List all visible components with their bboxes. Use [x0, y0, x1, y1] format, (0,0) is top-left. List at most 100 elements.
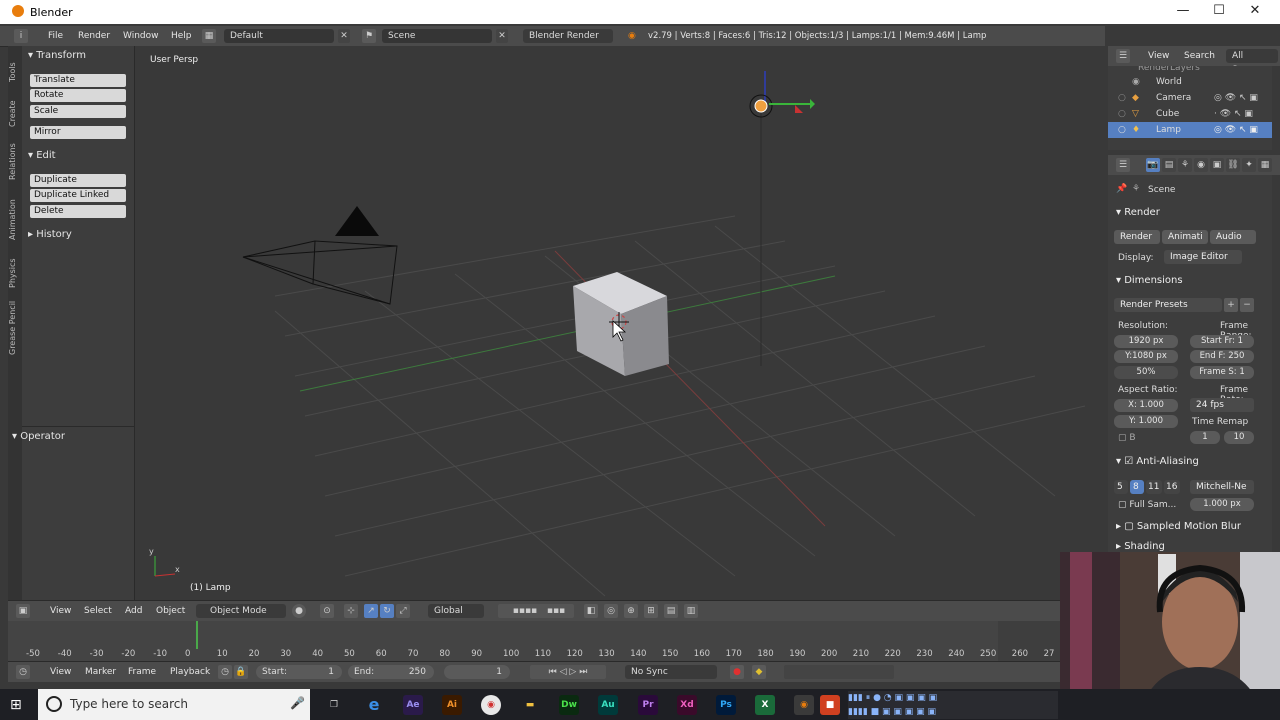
edit-panel-header[interactable]: ▾ Edit [28, 150, 56, 161]
render-context-icon[interactable]: 📷 [1146, 158, 1160, 172]
outliner-search-menu[interactable]: Search [1184, 51, 1215, 61]
manipulator-icon[interactable]: ⊹ [344, 604, 358, 618]
recorder-icon[interactable]: ■ [820, 695, 840, 715]
timeline[interactable]: -50 -40 -30 -20 -10 0 10 20 30 40 50 60 70 80 90 100 110… [8, 621, 1060, 661]
scale-manipulator-icon[interactable]: ⤢ [396, 604, 410, 618]
anti-aliasing-panel-header[interactable]: ▾ ☑ Anti-Aliasing [1116, 456, 1199, 467]
opengl-render-icon[interactable]: ▤ [664, 604, 678, 618]
menu-view[interactable]: View [50, 667, 71, 677]
scene-context-icon[interactable]: ⚘ [1178, 158, 1192, 172]
menu-add[interactable]: Add [125, 606, 142, 616]
render-animation-button[interactable]: Animati [1162, 230, 1208, 244]
microphone-icon[interactable]: 🎤 [290, 696, 305, 710]
world-context-icon[interactable]: ◉ [1194, 158, 1208, 172]
resolution-x-field[interactable]: 1920 px [1114, 335, 1178, 348]
opengl-anim-icon[interactable]: ▥ [684, 604, 698, 618]
render-audio-button[interactable]: Audio [1210, 230, 1256, 244]
editor-type-icon[interactable]: ▣ [16, 604, 30, 618]
edge-icon[interactable]: e [364, 695, 384, 715]
editor-type-icon[interactable]: ☰ [1116, 158, 1130, 172]
render-layer-icon[interactable]: ◧ [584, 604, 598, 618]
xd-icon[interactable]: Xd [677, 695, 697, 715]
filter-size-field[interactable]: 1.000 px [1190, 498, 1254, 511]
layers-grid2-icon[interactable]: ▪▪▪ [538, 604, 574, 618]
snap-icon[interactable]: ⊕ [624, 604, 638, 618]
fps-select[interactable]: 24 fps [1190, 398, 1254, 412]
record-icon[interactable]: ● [730, 665, 744, 679]
keying-icon[interactable]: ◆ [752, 665, 766, 679]
resolution-y-field[interactable]: Y:1080 px [1114, 350, 1178, 363]
start-frame-field[interactable]: Start Fr: 1 [1190, 335, 1254, 348]
layout-close-icon[interactable]: ✕ [338, 29, 350, 43]
excel-icon[interactable]: X [755, 695, 775, 715]
border-checkbox[interactable]: ▢ B [1118, 433, 1136, 443]
end-frame-field[interactable]: End: 250 [348, 665, 434, 679]
orientation-select[interactable]: Global [428, 604, 484, 618]
scene-icon[interactable]: ⚑ [362, 29, 376, 43]
translate-button[interactable]: Translate [30, 74, 126, 87]
rotate-manipulator-icon[interactable]: ↻ [380, 604, 394, 618]
lock-icon[interactable]: 🔒 [234, 665, 248, 679]
expand-icon[interactable]: ○ [1118, 122, 1126, 138]
aa-samples-16[interactable]: 16 [1164, 480, 1180, 494]
frame-step-field[interactable]: Frame S: 1 [1190, 366, 1254, 379]
dimensions-panel-header[interactable]: ▾ Dimensions [1116, 275, 1183, 286]
aa-filter-select[interactable]: Mitchell-Ne [1190, 480, 1254, 494]
editor-type-icon[interactable]: ☰ [1116, 49, 1130, 63]
pivot-icon[interactable]: ⊙ [320, 604, 334, 618]
constraints-icon[interactable]: ⛓ [1226, 158, 1240, 172]
minimize-button[interactable]: — [1168, 3, 1198, 18]
operator-panel-header[interactable]: ▾ Operator [12, 431, 65, 442]
dreamweaver-icon[interactable]: Dw [559, 695, 579, 715]
taskbar-search-box[interactable]: Type here to search 🎤 [38, 689, 310, 720]
outliner-row-world[interactable]: ◉ World [1108, 74, 1272, 90]
tab-grease-pencil[interactable]: Grease Pencil [8, 298, 22, 358]
outliner-display-select[interactable]: All Scenes [1226, 49, 1278, 75]
outliner[interactable]: RenderLayers ◉ World ○ ◆ Camera ◎ 👁 ↖ ▣ ○ ▽ Cu… [1108, 66, 1272, 150]
menu-object[interactable]: Object [156, 606, 185, 616]
menu-view[interactable]: View [50, 606, 71, 616]
editor-type-icon[interactable]: i [14, 29, 28, 43]
data-context-icon[interactable]: ✦ [1242, 158, 1256, 172]
menu-render[interactable]: Render [78, 31, 110, 41]
render-presets-select[interactable]: Render Presets [1114, 298, 1222, 312]
object-context-icon[interactable]: ▣ [1210, 158, 1224, 172]
add-preset-icon[interactable]: + [1224, 298, 1238, 312]
current-frame-indicator[interactable] [196, 621, 198, 649]
file-explorer-icon[interactable]: ▬ [520, 695, 540, 715]
time-remap-new-field[interactable]: 10 [1224, 431, 1254, 444]
tab-animation[interactable]: Animation [8, 192, 22, 248]
expand-icon[interactable]: ○ [1118, 106, 1126, 122]
playback-controls[interactable]: ⏮ ◁ ▷ ⏭ [530, 665, 606, 679]
outliner-view-menu[interactable]: View [1148, 51, 1169, 61]
scene-selector[interactable]: Scene [382, 29, 492, 43]
menu-playback[interactable]: Playback [170, 667, 210, 677]
resolution-percent-field[interactable]: 50% [1114, 366, 1178, 379]
aa-samples-5[interactable]: 5 [1114, 480, 1128, 494]
render-engine-select[interactable]: Blender Render [523, 29, 613, 43]
aspect-x-field[interactable]: X: 1.000 [1114, 399, 1178, 412]
maximize-button[interactable]: ☐ [1204, 3, 1234, 18]
outliner-row-lamp[interactable]: ○ ♦ Lamp ◎ 👁 ↖ ▣ [1108, 122, 1272, 138]
layout-selector[interactable]: Default [224, 29, 334, 43]
menu-frame[interactable]: Frame [128, 667, 156, 677]
aspect-y-field[interactable]: Y: 1.000 [1114, 415, 1178, 428]
end-frame-field[interactable]: End F: 250 [1190, 350, 1254, 363]
scale-button[interactable]: Scale [30, 105, 126, 118]
tab-tools[interactable]: Tools [8, 52, 22, 92]
tab-relations[interactable]: Relations [8, 136, 22, 188]
preview-range-icon[interactable]: ◷ [218, 665, 232, 679]
3d-viewport[interactable]: y x User Persp (1) Lamp [135, 46, 1105, 600]
windows-start-icon[interactable]: ⊞ [10, 698, 24, 712]
keying-set-field[interactable] [784, 665, 894, 679]
duplicate-button[interactable]: Duplicate [30, 174, 126, 187]
menu-file[interactable]: File [48, 31, 63, 41]
delete-button[interactable]: Delete [30, 205, 126, 218]
remove-preset-icon[interactable]: − [1240, 298, 1254, 312]
shading-panel-header[interactable]: ▸ Shading [1116, 541, 1165, 552]
scene-close-icon[interactable]: ✕ [496, 29, 508, 43]
chrome-icon[interactable]: ◉ [481, 695, 501, 715]
cube-object[interactable] [573, 272, 669, 376]
shading-solid-icon[interactable]: ● [292, 604, 306, 618]
proportional-icon[interactable]: ◎ [604, 604, 618, 618]
